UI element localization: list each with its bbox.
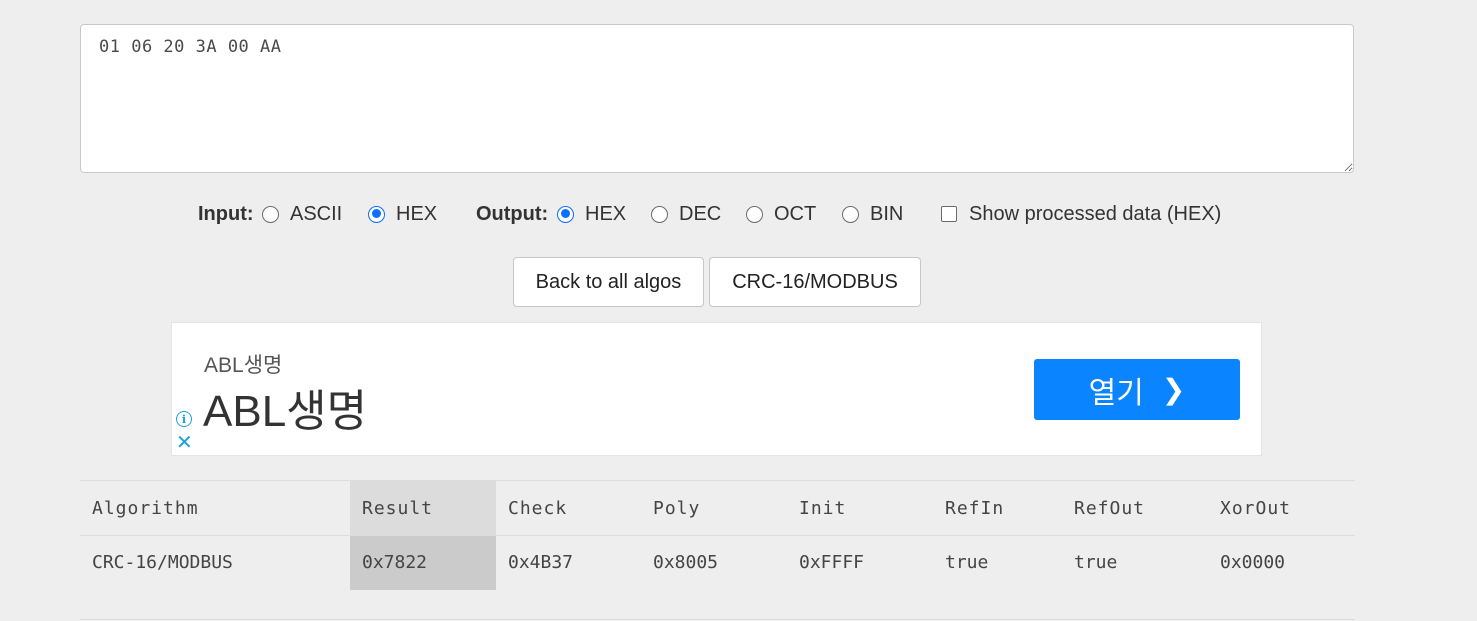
cell-algorithm: CRC-16/MODBUS bbox=[92, 552, 233, 574]
column-header-check: Check bbox=[496, 480, 641, 536]
radio-unchecked-icon[interactable] bbox=[746, 205, 763, 223]
column-header-poly: Poly bbox=[641, 480, 787, 536]
checkbox-icon[interactable] bbox=[941, 206, 957, 222]
radio-checked-icon[interactable] bbox=[557, 205, 574, 223]
output-label-text: Output: bbox=[476, 202, 549, 225]
column-header-init: Init bbox=[787, 480, 933, 536]
data-input-textarea[interactable]: 01 06 20 3A 00 AA bbox=[80, 24, 1354, 173]
radio-checked-icon[interactable] bbox=[368, 205, 385, 223]
table-header-row: Algorithm Result Check Poly Init RefIn R… bbox=[80, 480, 1355, 536]
column-header-result: Result bbox=[350, 480, 496, 536]
output-bin-radio[interactable]: BIN bbox=[842, 199, 903, 229]
input-ascii-label: ASCII bbox=[290, 202, 343, 225]
back-to-all-algos-button[interactable]: Back to all algos bbox=[513, 257, 704, 307]
table-row: CRC-16/MODBUS 0x7822 0x4B37 0x8005 0xFFF… bbox=[80, 535, 1355, 590]
input-label-text: Input: bbox=[198, 202, 254, 225]
crc-calculator-page: 01 06 20 3A 00 AA Input: ASCII HEX Outpu… bbox=[0, 0, 1477, 621]
input-ascii-radio[interactable]: ASCII bbox=[262, 199, 342, 229]
ad-open-label: 열기 bbox=[1088, 376, 1144, 410]
options-bar: Input: ASCII HEX Output: HEX DEC OCT BIN bbox=[0, 199, 1477, 229]
show-processed-checkbox[interactable]: Show processed data (HEX) bbox=[941, 199, 1221, 229]
column-header-algorithm: Algorithm bbox=[80, 480, 350, 536]
cell-refout: true bbox=[1074, 552, 1118, 574]
cell-poly: 0x8005 bbox=[653, 552, 719, 574]
results-table: Algorithm Result Check Poly Init RefIn R… bbox=[80, 480, 1355, 590]
table-bottom-divider bbox=[80, 619, 1355, 620]
cell-result: 0x7822 bbox=[350, 535, 496, 590]
cell-init: 0xFFFF bbox=[799, 552, 865, 574]
cell-refin: true bbox=[945, 552, 989, 574]
input-hex-label: HEX bbox=[396, 202, 438, 225]
output-format-label: Output: bbox=[476, 199, 548, 229]
radio-unchecked-icon[interactable] bbox=[842, 205, 859, 223]
radio-unchecked-icon[interactable] bbox=[651, 205, 668, 223]
close-icon[interactable]: ✕ bbox=[176, 433, 193, 453]
output-dec-label: DEC bbox=[679, 202, 722, 225]
ad-headline[interactable]: ABL생명 bbox=[203, 375, 367, 439]
info-icon[interactable]: i bbox=[176, 411, 192, 427]
column-header-refin: RefIn bbox=[933, 480, 1062, 536]
output-bin-label: BIN bbox=[870, 202, 904, 225]
cell-check: 0x4B37 bbox=[508, 552, 574, 574]
column-header-xorout: XorOut bbox=[1208, 480, 1355, 536]
show-processed-label: Show processed data (HEX) bbox=[969, 202, 1222, 225]
output-oct-label: OCT bbox=[774, 202, 817, 225]
input-hex-radio[interactable]: HEX bbox=[368, 199, 437, 229]
column-header-refout: RefOut bbox=[1062, 480, 1208, 536]
output-hex-label: HEX bbox=[585, 202, 627, 225]
output-dec-radio[interactable]: DEC bbox=[651, 199, 721, 229]
output-oct-radio[interactable]: OCT bbox=[746, 199, 816, 229]
chevron-right-icon: ❯ bbox=[1161, 374, 1186, 405]
ad-open-button[interactable]: 열기 ❯ bbox=[1034, 359, 1240, 420]
advertisement-banner[interactable]: ABL생명 ABL생명 열기 ❯ i ✕ bbox=[171, 322, 1262, 456]
output-hex-radio[interactable]: HEX bbox=[557, 199, 626, 229]
crc16-modbus-button[interactable]: CRC-16/MODBUS bbox=[709, 257, 921, 307]
cell-xorout: 0x0000 bbox=[1220, 552, 1286, 574]
input-format-label: Input: bbox=[198, 199, 254, 229]
radio-unchecked-icon[interactable] bbox=[262, 205, 279, 223]
